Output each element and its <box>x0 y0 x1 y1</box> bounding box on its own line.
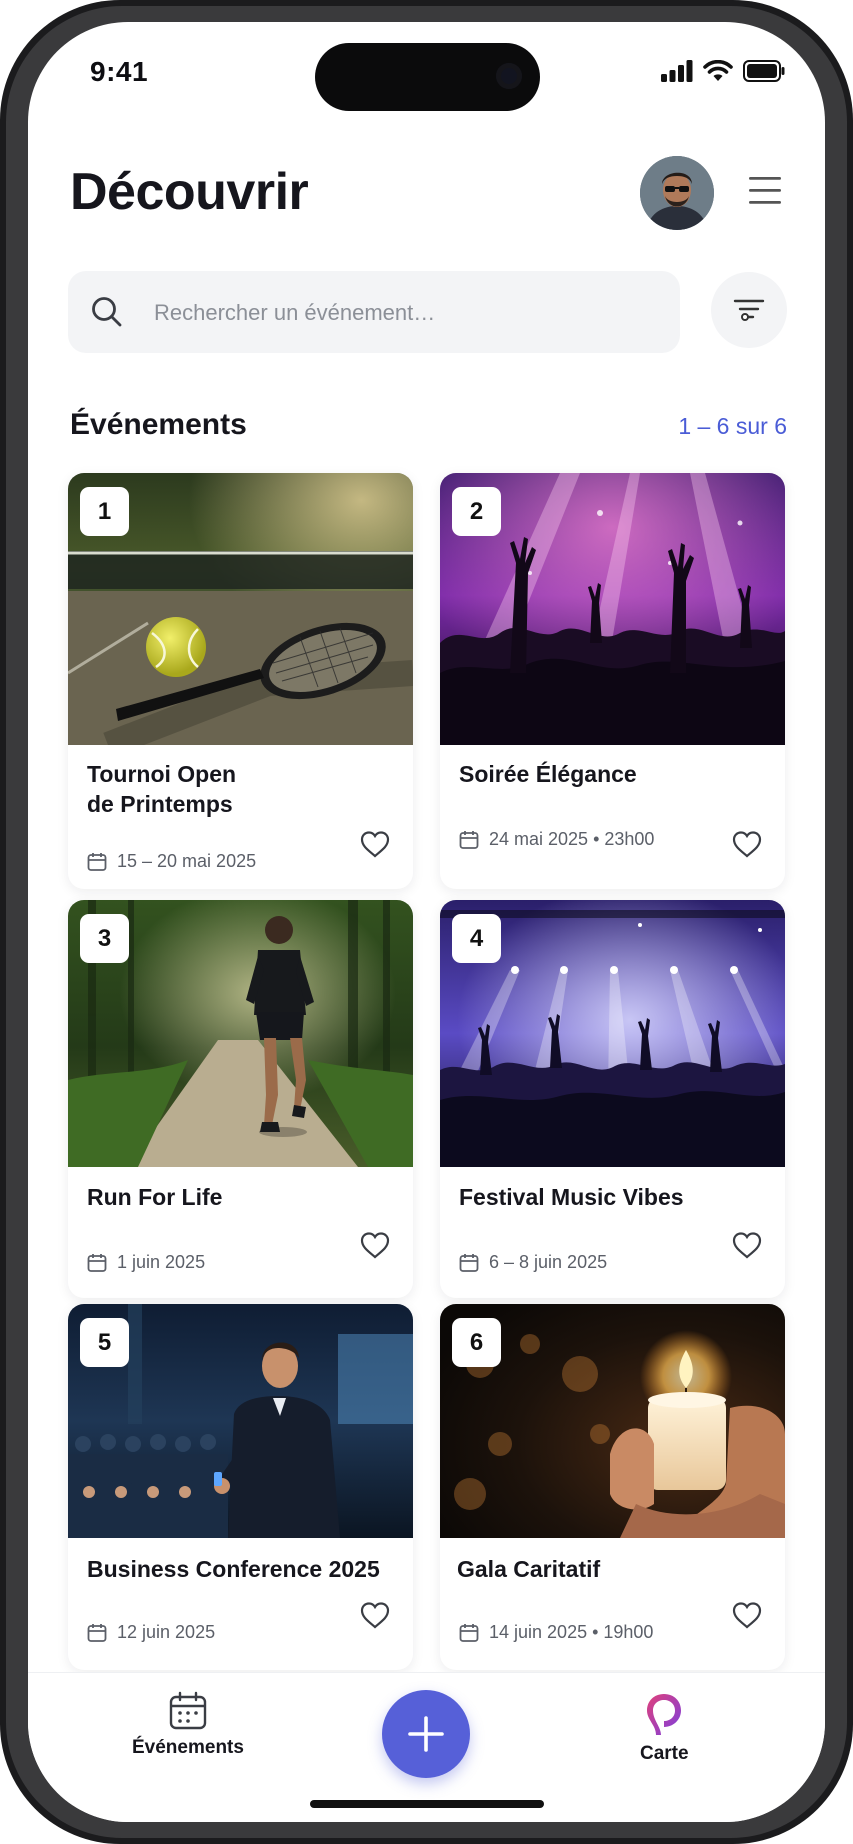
signal-icon <box>661 60 693 82</box>
heart-icon[interactable] <box>359 1600 391 1630</box>
event-date: 12 juin 2025 <box>87 1622 215 1643</box>
heart-icon[interactable] <box>731 1600 763 1630</box>
event-card[interactable]: 2 Soirée Élégance 24 mai 2025 • 23h00 <box>440 473 785 889</box>
heart-icon[interactable] <box>731 829 763 859</box>
event-date-text: 6 – 8 juin 2025 <box>489 1252 608 1272</box>
section-title: Événements <box>70 408 247 441</box>
calendar-icon <box>87 1253 107 1272</box>
home-indicator <box>310 1800 544 1808</box>
event-date: 14 juin 2025 • 19h00 <box>459 1622 653 1643</box>
event-title: Festival Music Vibes <box>459 1184 684 1210</box>
event-date-text: 1 juin 2025 <box>117 1252 206 1272</box>
menu-icon <box>749 177 781 204</box>
dynamic-island <box>315 43 540 111</box>
filter-icon <box>733 299 765 321</box>
results-count[interactable]: 1 – 6 sur 6 <box>678 413 787 440</box>
calendar-icon <box>459 830 479 849</box>
event-card[interactable]: 3 Run For Life 1 juin 2025 <box>68 900 413 1298</box>
search-icon <box>92 297 122 327</box>
event-image: 1 <box>68 473 413 745</box>
event-title: Business Conference 2025 <box>87 1556 380 1582</box>
event-card[interactable]: 6 Gala Caritatif 14 juin 2025 • 19h00 <box>440 1304 785 1670</box>
phone-frame: 9:41 Découvrir Rechercher un événement… … <box>0 0 853 1844</box>
event-number-badge: 2 <box>452 487 501 536</box>
tab-map[interactable]: Carte <box>640 1691 689 1765</box>
event-image: 4 <box>440 900 785 1167</box>
event-date: 6 – 8 juin 2025 <box>459 1252 607 1273</box>
event-image: 3 <box>68 900 413 1167</box>
tab-map-label: Carte <box>640 1743 689 1764</box>
event-date-text: 15 – 20 mai 2025 <box>117 851 257 871</box>
calendar-icon <box>87 852 107 871</box>
status-icons <box>661 60 785 82</box>
tab-events[interactable]: Événements <box>132 1691 244 1759</box>
battery-icon <box>743 60 785 82</box>
heart-icon[interactable] <box>359 829 391 859</box>
event-title: Gala Caritatif <box>457 1556 601 1582</box>
event-date-text: 12 juin 2025 <box>117 1622 216 1642</box>
map-pin-icon <box>647 1694 682 1735</box>
search-bar <box>68 271 680 355</box>
event-date: 1 juin 2025 <box>87 1252 205 1273</box>
event-date: 24 mai 2025 • 23h00 <box>459 829 654 850</box>
heart-icon[interactable] <box>359 1230 391 1260</box>
heart-icon[interactable] <box>731 1230 763 1260</box>
status-time: 9:41 <box>90 56 149 87</box>
wifi-icon <box>703 60 733 81</box>
calendar-icon <box>169 1691 207 1730</box>
avatar[interactable] <box>640 156 714 230</box>
event-date-text: 14 juin 2025 • 19h00 <box>489 1622 654 1642</box>
event-number-badge: 6 <box>452 1318 501 1367</box>
event-number-badge: 5 <box>80 1318 129 1367</box>
event-number-badge: 1 <box>80 487 129 536</box>
event-number-badge: 3 <box>80 914 129 963</box>
event-number-badge: 4 <box>452 914 501 963</box>
event-card[interactable]: 1 Tournoi Open de Printemps 15 – 20 mai … <box>68 473 413 889</box>
filter-button[interactable] <box>711 272 787 348</box>
event-date-text: 24 mai 2025 • 23h00 <box>489 829 655 849</box>
event-title: Run For Life <box>87 1184 223 1210</box>
event-image: 2 <box>440 473 785 745</box>
event-title: Tournoi Open de Printemps <box>87 761 237 817</box>
event-image: 6 <box>440 1304 785 1538</box>
calendar-icon <box>459 1253 479 1272</box>
tab-events-label: Événements <box>132 1737 244 1758</box>
menu-button[interactable] <box>748 174 782 206</box>
calendar-icon <box>459 1623 479 1642</box>
event-date: 15 – 20 mai 2025 <box>87 851 256 872</box>
search-input[interactable] <box>152 271 656 355</box>
add-event-button[interactable] <box>382 1690 470 1778</box>
event-title: Soirée Élégance <box>459 761 637 787</box>
event-card[interactable]: 4 Festival Music Vibes 6 – 8 juin 2025 <box>440 900 785 1298</box>
event-image: 5 <box>68 1304 413 1538</box>
event-card[interactable]: 5 Business Conference 2025 12 juin 2025 <box>68 1304 413 1670</box>
calendar-icon <box>87 1623 107 1642</box>
screen: 9:41 Découvrir Rechercher un événement… … <box>28 22 825 1822</box>
page-title: Découvrir <box>70 163 309 221</box>
plus-icon <box>408 1716 444 1752</box>
